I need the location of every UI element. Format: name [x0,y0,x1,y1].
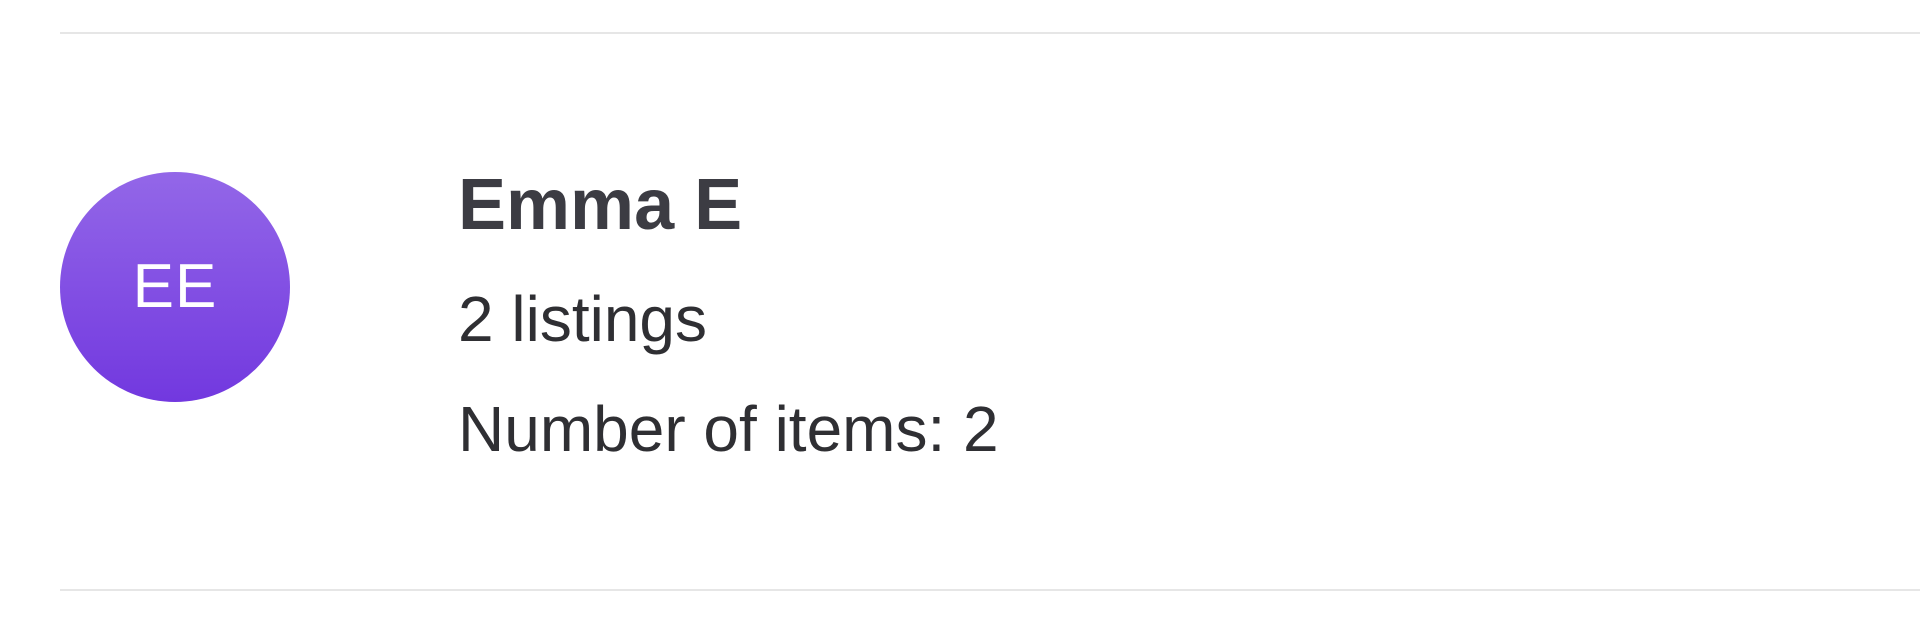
seller-info: Emma E 2 listings Number of items: 2 [458,169,999,461]
avatar-initials: EE [132,252,218,321]
seller-name[interactable]: Emma E [458,169,999,241]
seller-card[interactable]: EE Emma E 2 listings Number of items: 2 [60,34,1920,589]
bottom-divider [60,589,1920,591]
avatar[interactable]: EE [60,172,290,402]
items-count: Number of items: 2 [458,393,999,465]
listings-count: 2 listings [458,283,707,355]
